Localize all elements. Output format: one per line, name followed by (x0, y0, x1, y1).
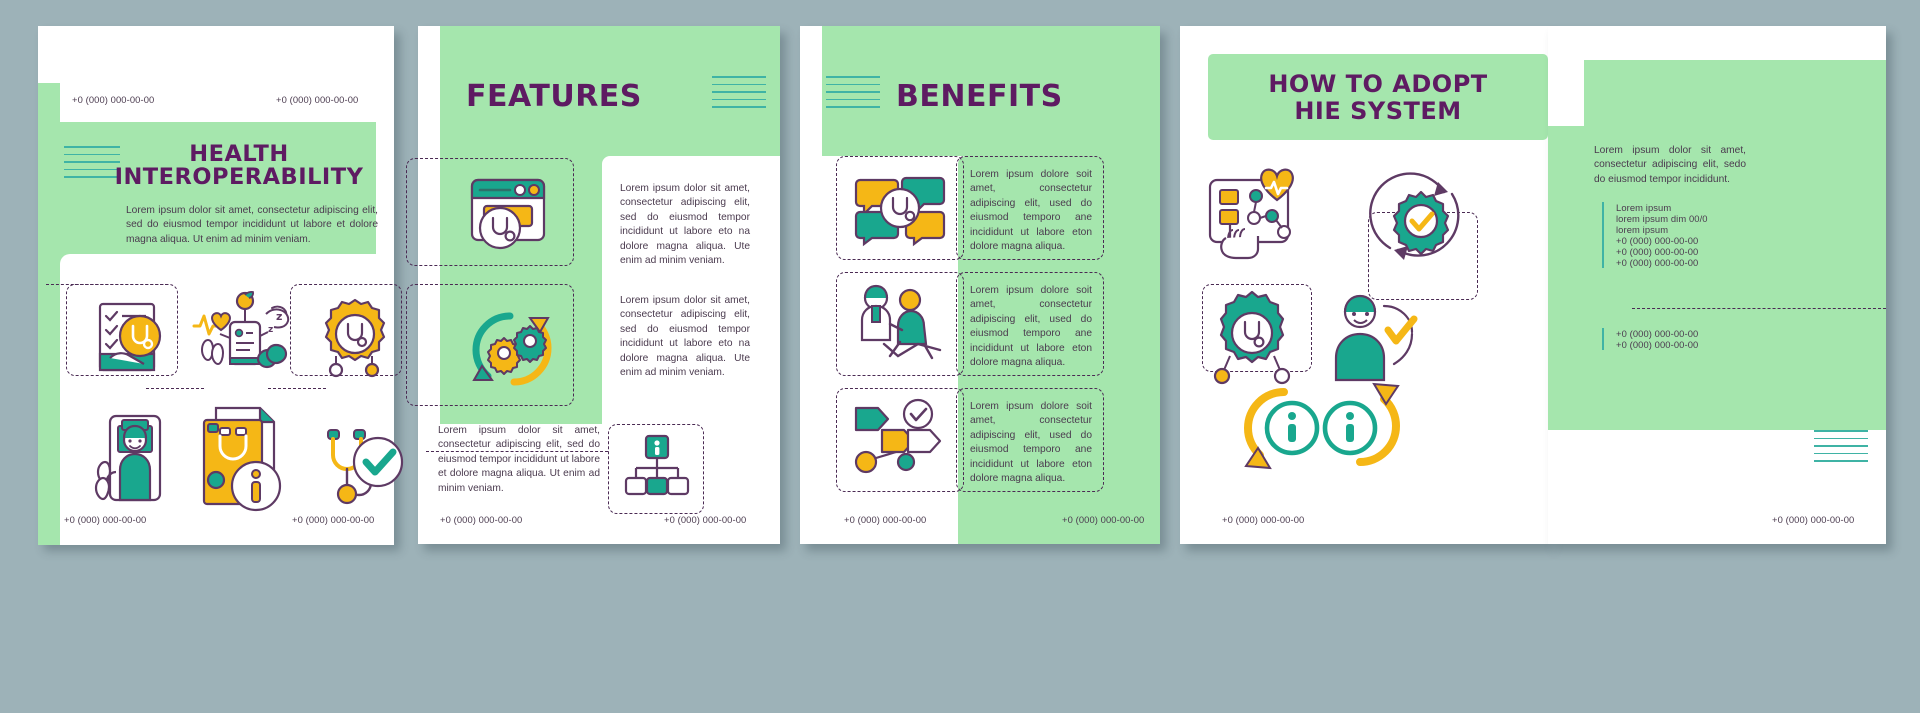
panel2-title: FEATURES (466, 79, 642, 114)
panel1-title-line2: INTEROPERABILITY (114, 163, 364, 190)
panel1-mint-left-strip (38, 83, 60, 545)
panel2-paragraph-3: Lorem ipsum dolor sit amet, consectetur … (438, 425, 600, 494)
gear-check-sync-icon (1369, 172, 1460, 260)
panel1-title-line1: HEALTH (189, 141, 289, 167)
contact-line: +0 (000) 000-00-00 (1616, 328, 1699, 339)
stethoscope-check-icon (327, 429, 404, 505)
panel3-title: BENEFITS (896, 79, 1063, 114)
contact-line: lorem ipsum (1616, 224, 1669, 235)
panel3-phone-bottom-left: +0 (000) 000-00-00 (844, 514, 927, 525)
hierarchy-info-icon (624, 434, 690, 496)
panel-how-to-adopt: HOW TO ADOPT HIE SYSTEM +0 (000) 000-00-… (1180, 26, 1548, 544)
panel1-phone-bottom-right: +0 (000) 000-00-00 (292, 514, 375, 525)
doctor-patient-icon (860, 284, 942, 360)
panel3-decor-lines (826, 76, 880, 114)
sync-gears-icon (472, 312, 552, 386)
medical-record-info-icon (202, 406, 282, 512)
svg-text:z: z (276, 310, 282, 323)
panel4-paragraph: Lorem ipsum dolor sit amet, consectetur … (1594, 145, 1746, 185)
checklist-stethoscope-icon (98, 302, 162, 372)
workflow-check-icon (854, 398, 942, 474)
dashboard-heart-icon (1208, 168, 1294, 260)
brochure-canvas: +0 (000) 000-00-00 +0 (000) 000-00-00 +0… (0, 0, 1920, 713)
panel3-item-text-1: Lorem ipsum dolore soit amet, consectetu… (970, 169, 1092, 253)
panel1-phone-bottom-left: +0 (000) 000-00-00 (64, 514, 147, 525)
browser-stethoscope-icon (470, 178, 546, 250)
panel-health-interoperability: +0 (000) 000-00-00 +0 (000) 000-00-00 +0… (38, 26, 404, 545)
panel2-paragraph-1: Lorem ipsum dolor sit amet, consectetur … (620, 183, 750, 267)
panel4-mint-text-column: Lorem ipsum dolor sit amet, consectetur … (1548, 26, 1886, 544)
panel1-dash-mid2 (268, 388, 326, 389)
contact-line: +0 (000) 000-00-00 (1616, 339, 1699, 350)
panel-benefits: BENEFITS Lorem ipsum dolore soit amet, c… (800, 26, 1160, 544)
gear-stethoscope-network-icon (324, 298, 386, 378)
svg-text:z: z (268, 325, 273, 335)
panel1-title: HEALTH INTEROPERABILITY (100, 143, 378, 189)
panel3-item-text-2: Lorem ipsum dolore soit amet, consectetu… (970, 285, 1092, 369)
panel4-title: HOW TO ADOPT HIE SYSTEM (1208, 71, 1548, 125)
wellness-tracker-icon: z z (192, 290, 290, 369)
panel3-item-text-3: Lorem ipsum dolore soit amet, consectetu… (970, 401, 1092, 485)
panel3-phone-bottom-right: +0 (000) 000-00-00 (1062, 514, 1145, 525)
panel1-phone-top-right-2: +0 (000) 000-00-00 (276, 94, 359, 105)
panel4-phone-bottom-left: +0 (000) 000-00-00 (1222, 514, 1305, 525)
contact-line: Lorem ipsum (1616, 202, 1672, 213)
panel1-paragraph: Lorem ipsum dolor sit amet, consectetur … (126, 205, 378, 245)
panel4-decor-lines (1814, 430, 1868, 468)
panel4-contact-block-2: +0 (000) 000-00-00 +0 (000) 000-00-00 (1602, 328, 1762, 350)
panel-features: FEATURES Lorem ipsum dolor sit amet, con… (406, 26, 780, 544)
person-check-icon (1334, 294, 1418, 382)
panel1-phone-top-left-2: +0 (000) 000-00-00 (72, 94, 155, 105)
panel2-phone-bottom-left: +0 (000) 000-00-00 (440, 514, 523, 525)
panel2-phone-bottom-right: +0 (000) 000-00-00 (664, 514, 747, 525)
chat-stethoscope-icon (854, 176, 946, 247)
contact-line: +0 (000) 000-00-00 (1616, 235, 1699, 246)
panel2-decor-lines (712, 76, 766, 114)
panel4-title-line2: HIE SYSTEM (1294, 96, 1462, 125)
panel1-dash-mid (146, 388, 204, 389)
panel4-phone-bottom-right: +0 (000) 000-00-00 (1772, 514, 1855, 525)
info-exchange-icon (1243, 382, 1401, 470)
mobile-doctor-icon (94, 414, 162, 502)
contact-line: lorem ipsum dim 00/0 (1616, 213, 1708, 224)
contact-line: +0 (000) 000-00-00 (1616, 257, 1699, 268)
panel2-paragraph-2: Lorem ipsum dolor sit amet, consectetur … (620, 295, 750, 379)
contact-line: +0 (000) 000-00-00 (1616, 246, 1699, 257)
panel4-contact-block-1: Lorem ipsum lorem ipsum dim 00/0 lorem i… (1602, 202, 1762, 268)
panel4-dash-divider (1632, 308, 1886, 309)
panel4-title-line1: HOW TO ADOPT (1268, 70, 1488, 98)
